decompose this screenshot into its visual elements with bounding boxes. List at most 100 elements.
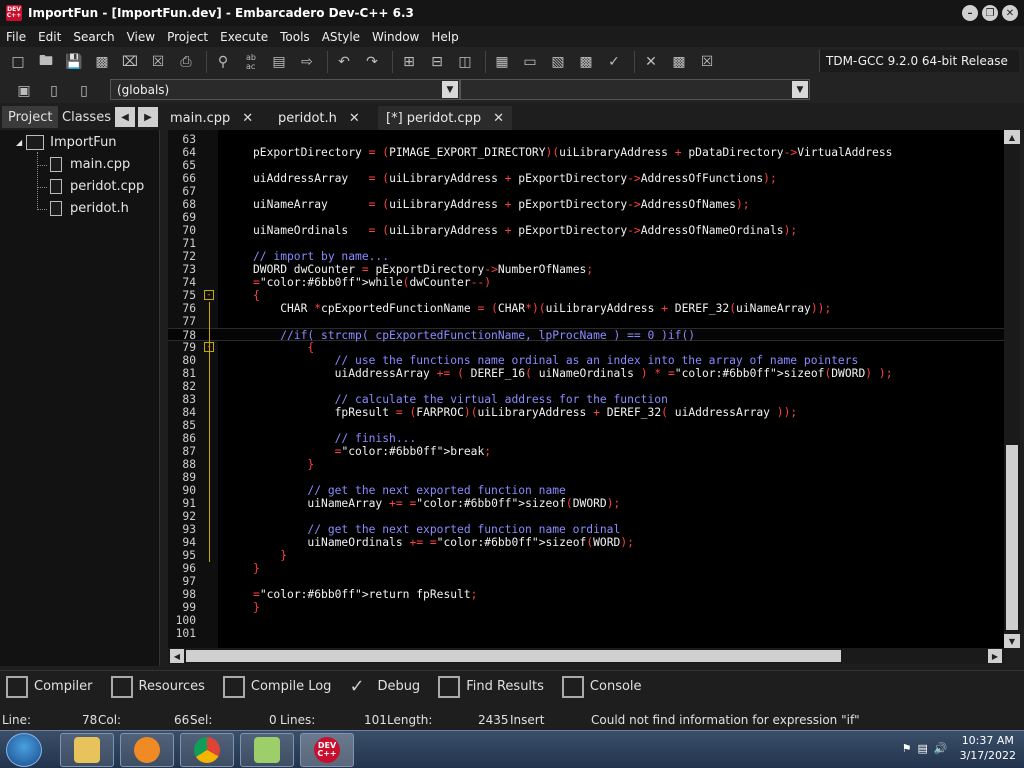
- code-line[interactable]: 94 uiNameOrdinals += ="color:#6bb0ff">si…: [168, 536, 1004, 549]
- remove-project-icon[interactable]: ⊟: [425, 50, 449, 74]
- code-line[interactable]: 71: [168, 237, 1004, 250]
- scroll-up-icon[interactable]: ▲: [1004, 130, 1020, 144]
- tab-resources[interactable]: Resources: [105, 675, 205, 698]
- tab-project[interactable]: Project: [2, 106, 59, 128]
- code-line[interactable]: 67: [168, 185, 1004, 198]
- project-options-icon[interactable]: ◫: [453, 50, 477, 74]
- restore-button[interactable]: ❐: [982, 5, 998, 21]
- code-line[interactable]: 87 ="color:#6bb0ff">break;: [168, 445, 1004, 458]
- compiler-selector[interactable]: TDM-GCC 9.2.0 64-bit Release: [819, 50, 1019, 72]
- compile-icon[interactable]: ▦: [490, 50, 514, 74]
- code-line[interactable]: 64 pExportDirectory = (PIMAGE_EXPORT_DIRE…: [168, 146, 1004, 159]
- close-file-icon[interactable]: ⌧: [118, 50, 142, 74]
- code-line[interactable]: 66 uiAddressArray = (uiLibraryAddress + p…: [168, 172, 1004, 185]
- start-button[interactable]: [6, 733, 42, 767]
- menu-astyle[interactable]: AStyle: [316, 30, 366, 44]
- fold-toggle-icon[interactable]: -: [204, 290, 214, 300]
- tree-file-item[interactable]: main.cpp: [50, 157, 130, 172]
- code-line[interactable]: 88 }: [168, 458, 1004, 471]
- close-tab-icon[interactable]: ✕: [493, 111, 504, 126]
- scroll-thumb[interactable]: [186, 650, 841, 662]
- code-line[interactable]: 76 CHAR *cpExportedFunctionName = (CHAR*…: [168, 302, 1004, 315]
- tab-classes[interactable]: Classes: [56, 106, 117, 128]
- tab-console[interactable]: Console: [556, 675, 642, 698]
- editor-tab[interactable]: peridot.h ✕: [270, 106, 368, 130]
- close-tab-icon[interactable]: ✕: [242, 111, 253, 126]
- menu-edit[interactable]: Edit: [32, 30, 67, 44]
- member-dropdown[interactable]: ▼: [460, 79, 810, 100]
- scope-dropdown[interactable]: (globals) ▼: [110, 79, 460, 100]
- network-icon[interactable]: ▤: [917, 742, 927, 755]
- chevron-left-icon[interactable]: ◀: [115, 107, 135, 127]
- tree-file-item[interactable]: peridot.cpp: [50, 179, 144, 194]
- save-icon[interactable]: 💾: [62, 50, 86, 74]
- code-line[interactable]: 91 uiNameArray += ="color:#6bb0ff">sizeo…: [168, 497, 1004, 510]
- code-line[interactable]: 98 ="color:#6bb0ff">return fpResult;: [168, 588, 1004, 601]
- menu-window[interactable]: Window: [366, 30, 425, 44]
- delete-profile-icon[interactable]: ☒: [695, 50, 719, 74]
- code-line[interactable]: 63: [168, 133, 1004, 146]
- redo-icon[interactable]: ↷: [360, 50, 384, 74]
- code-line[interactable]: 95 }: [168, 549, 1004, 562]
- chevron-right-icon[interactable]: ▶: [138, 107, 158, 127]
- horizontal-scrollbar[interactable]: ◀ ▶: [168, 648, 1004, 664]
- menu-file[interactable]: File: [0, 30, 32, 44]
- code-line[interactable]: 84 fpResult = (FARPROC)(uiLibraryAddress…: [168, 406, 1004, 419]
- code-line[interactable]: 70 uiNameOrdinals = (uiLibraryAddress + p…: [168, 224, 1004, 237]
- rebuild-icon[interactable]: ▩: [574, 50, 598, 74]
- code-line[interactable]: 75 {: [168, 289, 1004, 302]
- close-button[interactable]: ✕: [1002, 5, 1018, 21]
- menu-execute[interactable]: Execute: [214, 30, 274, 44]
- code-line[interactable]: 68 uiNameArray = (uiLibraryAddress + pExp…: [168, 198, 1004, 211]
- tree-root-project[interactable]: ◢ ImportFun: [16, 135, 117, 150]
- code-line[interactable]: 96}: [168, 562, 1004, 575]
- code-line[interactable]: 72 // import by name...: [168, 250, 1004, 263]
- new-project-icon[interactable]: ⊞: [397, 50, 421, 74]
- code-line[interactable]: 93 // get the next exported function nam…: [168, 523, 1004, 536]
- tab-debug[interactable]: ✓ Debug: [343, 676, 420, 698]
- editor-tab-active[interactable]: [*] peridot.cpp ✕: [378, 106, 512, 130]
- code-line[interactable]: 65: [168, 159, 1004, 172]
- taskbar-devcpp[interactable]: DEV C++: [300, 733, 354, 767]
- open-folder-icon[interactable]: 🖿: [34, 50, 58, 74]
- replace-icon[interactable]: ab ac: [239, 50, 263, 74]
- taskbar-media-player[interactable]: [120, 733, 174, 767]
- chevron-down-icon[interactable]: ▼: [792, 81, 808, 98]
- code-line[interactable]: 99}: [168, 601, 1004, 614]
- close-all-icon[interactable]: ☒: [146, 50, 170, 74]
- goto-bookmark-icon[interactable]: ▯: [72, 79, 96, 103]
- run-icon[interactable]: ▭: [518, 50, 542, 74]
- code-line[interactable]: 69: [168, 211, 1004, 224]
- vertical-scrollbar[interactable]: ▲ ▼: [1004, 130, 1020, 648]
- taskbar-explorer[interactable]: [60, 733, 114, 767]
- code-line[interactable]: 73 DWORD dwCounter = pExportDirectory->Nu…: [168, 263, 1004, 276]
- save-all-icon[interactable]: ▩: [90, 50, 114, 74]
- stop-icon[interactable]: ✕: [639, 50, 663, 74]
- code-line[interactable]: 80 // use the functions name ordinal as …: [168, 354, 1004, 367]
- new-file-icon[interactable]: □: [6, 50, 30, 74]
- profile-icon[interactable]: ▩: [667, 50, 691, 74]
- code-line[interactable]: 74 ="color:#6bb0ff">while(dwCounter--): [168, 276, 1004, 289]
- tree-file-item[interactable]: peridot.h: [50, 201, 129, 216]
- scroll-down-icon[interactable]: ▼: [1004, 634, 1020, 648]
- menu-search[interactable]: Search: [67, 30, 120, 44]
- code-editor[interactable]: 63 64 pExportDirectory = (PIMAGE_EXPORT_DI…: [168, 130, 1004, 648]
- code-line[interactable]: 78 //if( strcmp( cpExportedFunctionName,…: [168, 328, 1004, 342]
- menu-project[interactable]: Project: [161, 30, 214, 44]
- clock[interactable]: 10:37 AM 3/17/2022: [960, 733, 1016, 763]
- code-line[interactable]: 92: [168, 510, 1004, 523]
- code-line[interactable]: 101: [168, 627, 1004, 640]
- code-line[interactable]: 89: [168, 471, 1004, 484]
- menu-view[interactable]: View: [121, 30, 161, 44]
- close-tab-icon[interactable]: ✕: [349, 111, 360, 126]
- code-line[interactable]: 100: [168, 614, 1004, 627]
- menu-help[interactable]: Help: [425, 30, 464, 44]
- code-line[interactable]: 97: [168, 575, 1004, 588]
- tab-compiler[interactable]: Compiler: [0, 675, 93, 698]
- find-icon[interactable]: ⚲: [211, 50, 235, 74]
- compile-run-icon[interactable]: ▧: [546, 50, 570, 74]
- code-line[interactable]: 82: [168, 380, 1004, 393]
- code-line[interactable]: 83 // calculate the virtual address for …: [168, 393, 1004, 406]
- code-line[interactable]: 86 // finish...: [168, 432, 1004, 445]
- taskbar-chrome[interactable]: [180, 733, 234, 767]
